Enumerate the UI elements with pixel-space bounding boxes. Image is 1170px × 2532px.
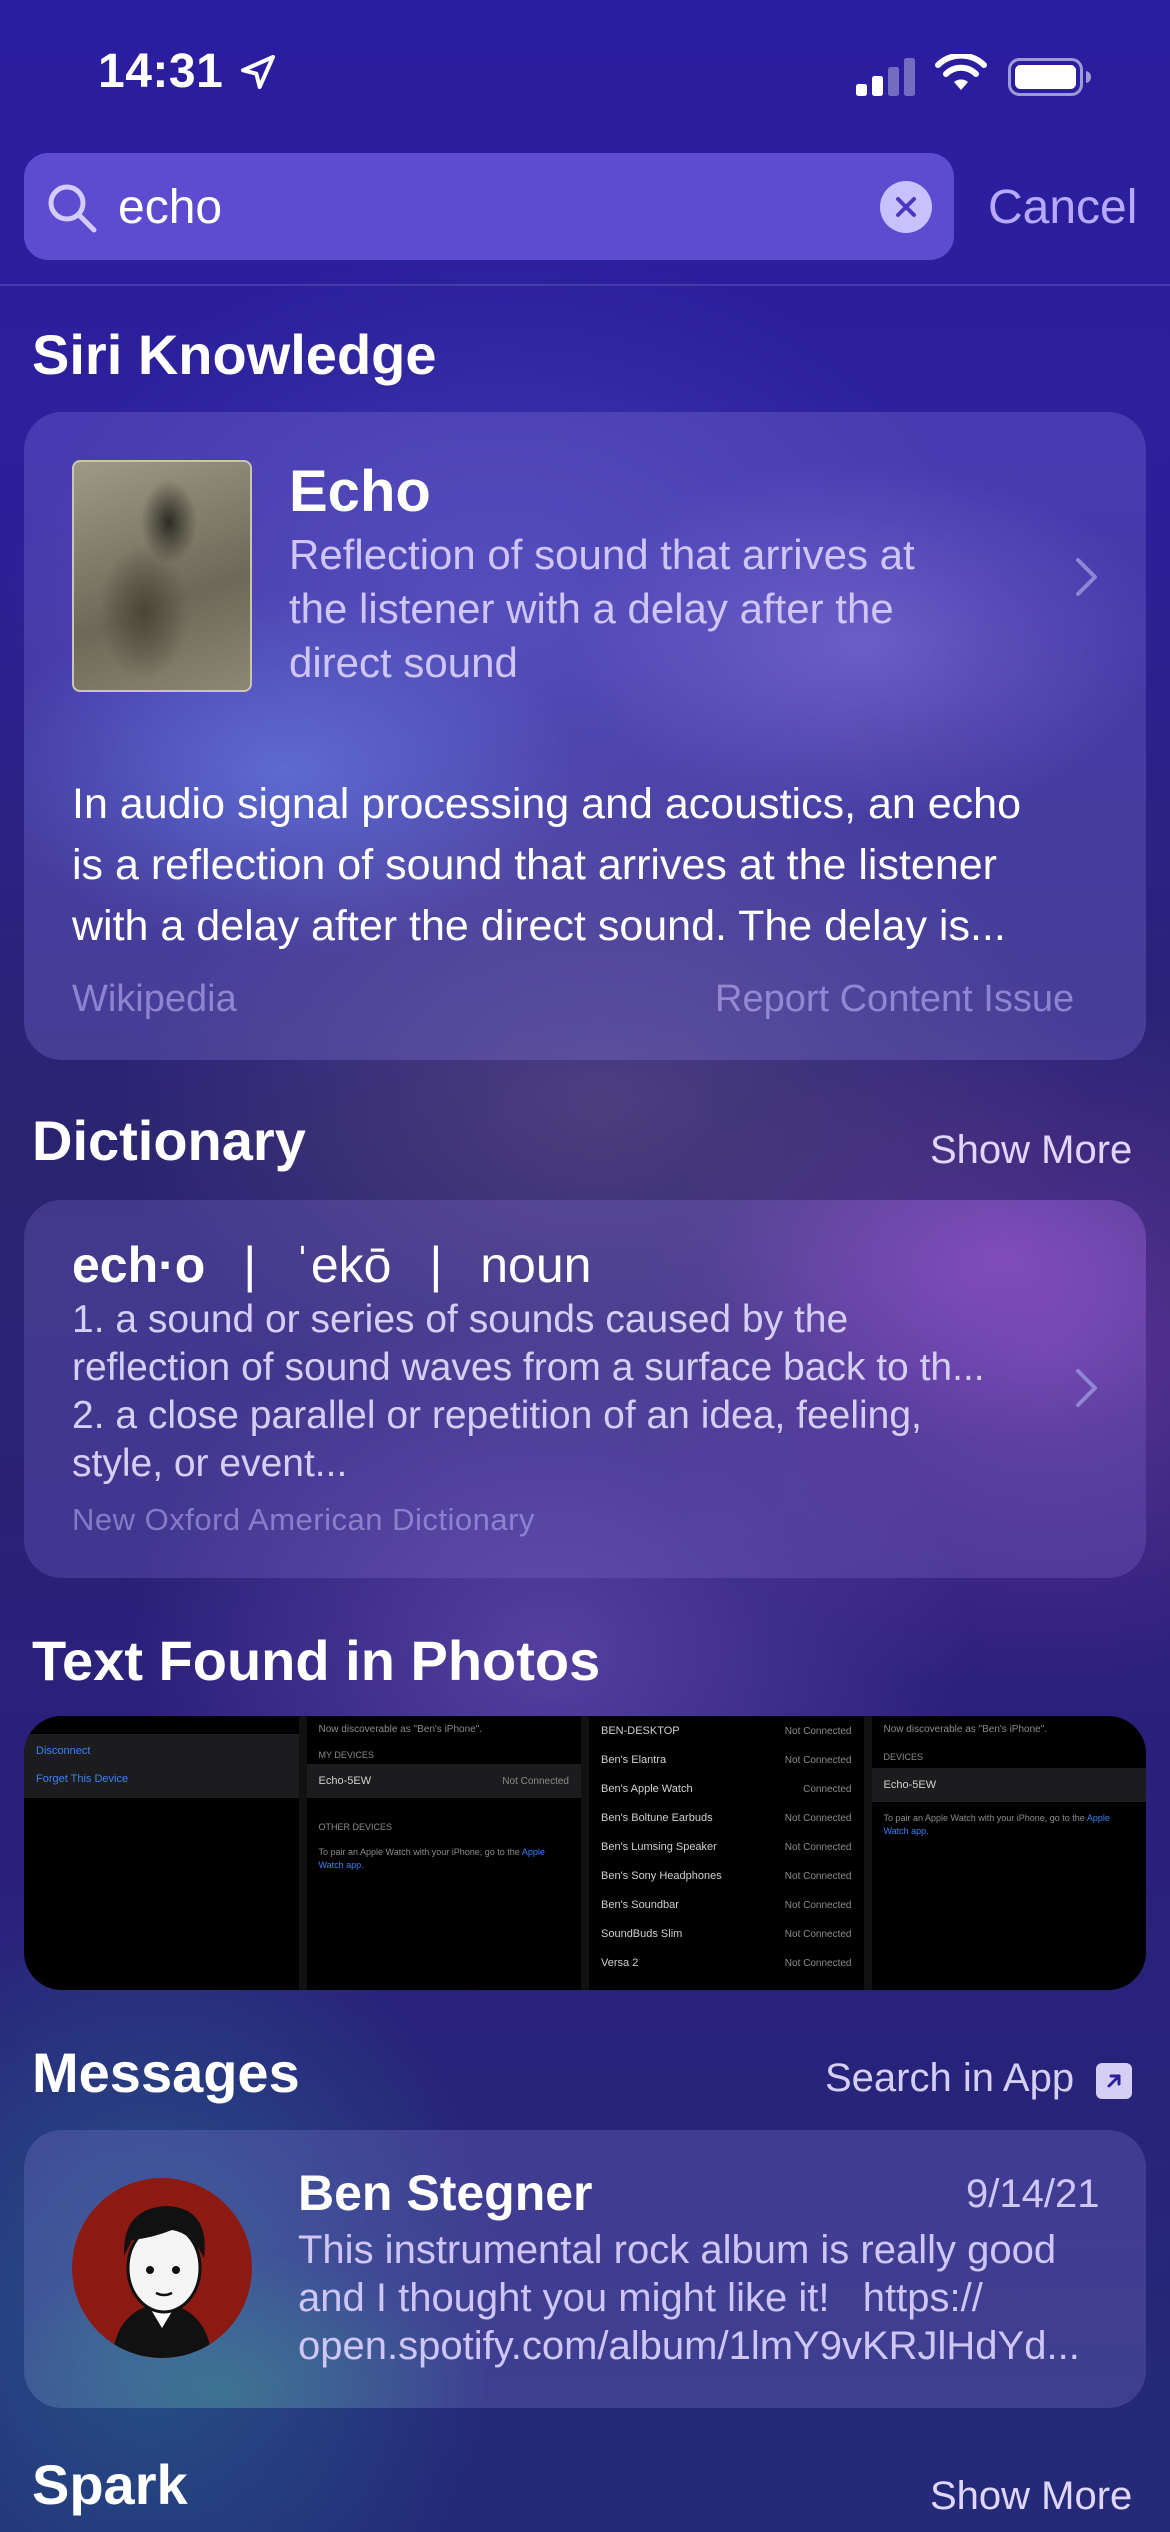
search-in-app-button[interactable]: Search in App: [825, 2056, 1074, 2101]
photos-title: Text Found in Photos: [32, 1629, 601, 1692]
battery-icon: [1008, 58, 1091, 96]
photo-text: OTHER DEVICES: [318, 1822, 393, 1832]
separator: |: [429, 1237, 443, 1293]
photo-text: To pair an Apple Watch with your iPhone,…: [318, 1847, 545, 1870]
open-in-app-icon[interactable]: [1096, 2063, 1132, 2099]
photo-text: Versa 2 Not Connected: [601, 1957, 852, 1969]
spark-title: Spark: [32, 2453, 188, 2516]
photo-text: To pair an Apple Watch with your iPhone,…: [883, 1813, 1110, 1836]
messages-title: Messages: [32, 2041, 300, 2104]
search-icon: [48, 184, 97, 233]
photo-text: Ben's Sony Headphones Not Connected: [601, 1870, 852, 1882]
knowledge-source-link[interactable]: Wikipedia: [72, 978, 237, 1021]
search-input[interactable]: echo: [118, 180, 222, 235]
separator: |: [243, 1237, 257, 1293]
knowledge-body: In audio signal processing and acoustics…: [72, 780, 1022, 950]
part-of-speech: noun: [480, 1237, 592, 1293]
chevron-right-icon[interactable]: [1073, 1366, 1101, 1410]
definition-line: 1. a sound or series of sounds caused by…: [72, 1298, 849, 1341]
photo-text: Ben's Soundbar Not Connected: [601, 1899, 852, 1911]
photo-text: BEN-DESKTOP Not Connected: [601, 1725, 852, 1737]
photo-text: Echo-5EW Not Connected: [318, 1775, 570, 1787]
avatar: [72, 2178, 252, 2358]
photo-thumbnail[interactable]: BEN-DESKTOP Not Connected Ben's Elantra Not…: [589, 1716, 864, 1990]
knowledge-title: Echo: [289, 459, 431, 524]
photos-strip: Disconnect Forget This Device Now discov…: [24, 1716, 1146, 1990]
report-content-issue-link[interactable]: Report Content Issue: [715, 978, 1074, 1021]
knowledge-subtitle: Reflection of sound that arrives at the …: [289, 531, 915, 686]
photo-text: Now discoverable as "Ben's iPhone".: [318, 1723, 483, 1735]
photo-text: Ben's Elantra Not Connected: [601, 1754, 852, 1766]
photo-text: Echo-5EW: [883, 1779, 937, 1791]
status-time: 14:31: [98, 45, 224, 98]
pronunciation: ˈekō: [294, 1237, 392, 1293]
divider: [0, 284, 1170, 286]
message-sender: Ben Stegner: [298, 2165, 593, 2221]
dictionary-headword: ech·o | ˈekō | noun: [72, 1236, 591, 1294]
location-arrow-icon: [241, 55, 275, 89]
spark-show-more-button[interactable]: Show More: [930, 2474, 1132, 2519]
photo-text: Disconnect: [36, 1745, 91, 1757]
photo-text: Ben's Apple Watch Connected: [601, 1783, 852, 1795]
definition-line: style, or event...: [72, 1442, 348, 1485]
wifi-icon: [935, 54, 987, 90]
photo-text: Ben's Boltune Earbuds Not Connected: [601, 1812, 852, 1824]
photo-text: SoundBuds Slim Not Connected: [601, 1928, 852, 1940]
photo-text: Now discoverable as "Ben's iPhone".: [883, 1723, 1048, 1735]
dictionary-title: Dictionary: [32, 1109, 306, 1172]
photo-text: Ben's Lumsing Speaker Not Connected: [601, 1841, 852, 1853]
clear-search-button[interactable]: [880, 181, 932, 233]
chevron-right-icon[interactable]: [1073, 555, 1101, 599]
definition-line: 2. a close parallel or repetition of an …: [72, 1394, 922, 1437]
message-date: 9/14/21: [966, 2172, 1100, 2216]
cellular-signal-icon: [856, 58, 915, 96]
dictionary-source: New Oxford American Dictionary: [72, 1502, 535, 1537]
dictionary-show-more-button[interactable]: Show More: [930, 1128, 1132, 1173]
photo-thumbnail[interactable]: Now discoverable as "Ben's iPhone". DEVI…: [871, 1716, 1146, 1990]
siri-knowledge-title: Siri Knowledge: [32, 323, 437, 386]
photo-text: DEVICES: [883, 1752, 924, 1762]
echo-thumbnail: [72, 460, 252, 692]
definition-line: reflection of sound waves from a surface…: [72, 1346, 985, 1389]
photo-thumbnail[interactable]: Disconnect Forget This Device: [24, 1716, 299, 1990]
clear-icon: [896, 197, 916, 217]
cancel-button[interactable]: Cancel: [988, 180, 1137, 235]
photo-thumbnail[interactable]: Now discoverable as "Ben's iPhone". MY D…: [306, 1716, 581, 1990]
message-preview: This instrumental rock album is really g…: [298, 2228, 1080, 2368]
headword: ech·o: [72, 1237, 206, 1293]
photo-text: Forget This Device: [36, 1773, 129, 1785]
